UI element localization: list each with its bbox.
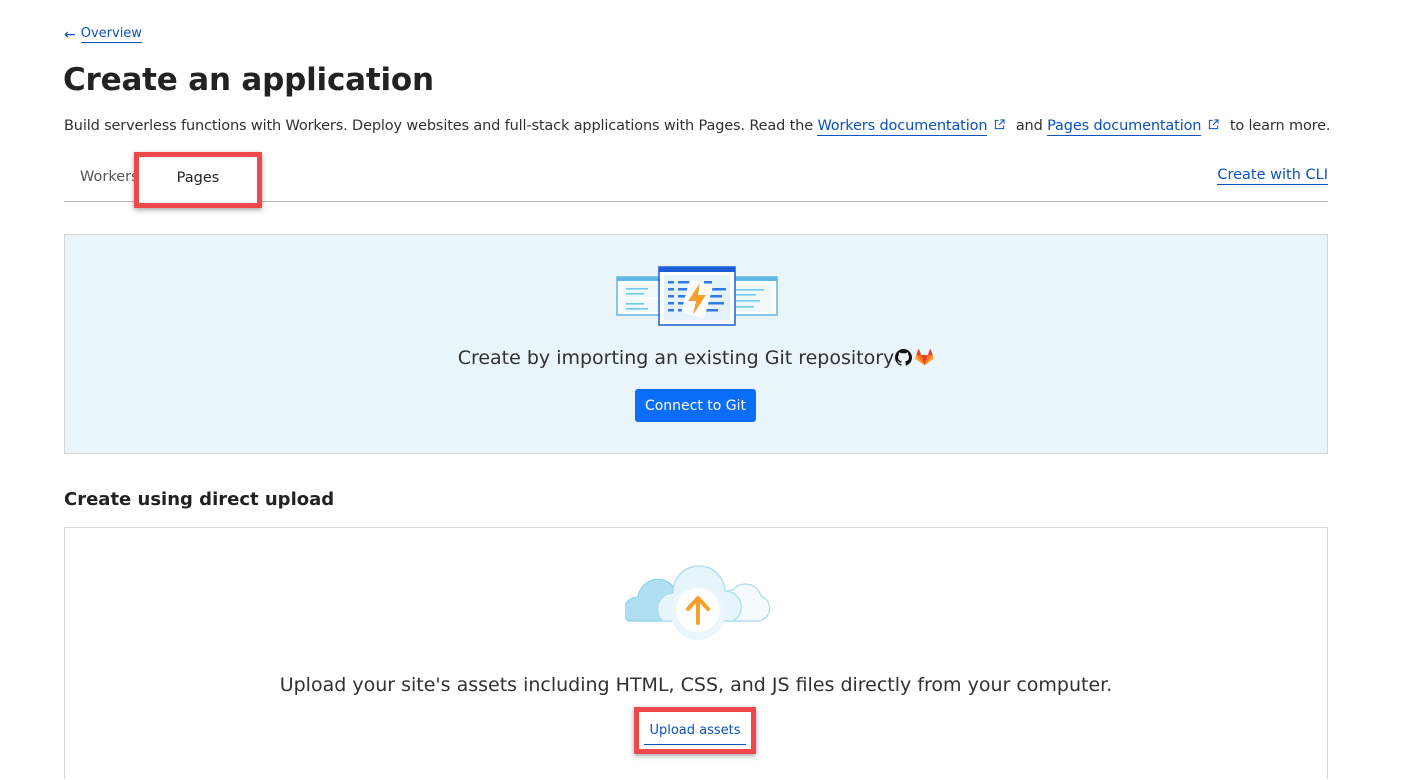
- github-icon: [895, 349, 913, 366]
- git-import-text: Create by importing an existing Git repo…: [65, 347, 1327, 369]
- external-link-icon: [1209, 119, 1219, 130]
- connect-to-git-button[interactable]: Connect to Git: [635, 389, 756, 422]
- git-import-panel: Create by importing an existing Git repo…: [64, 234, 1328, 454]
- description-suffix: to learn more.: [1225, 118, 1331, 134]
- description-prefix: Build serverless functions with Workers.…: [64, 118, 818, 134]
- tab-pages-highlight[interactable]: Pages: [134, 152, 262, 208]
- upload-assets-underline: [644, 744, 746, 745]
- arrow-left-icon: ←: [64, 26, 76, 43]
- git-import-label: Create by importing an existing Git repo…: [457, 347, 895, 369]
- page-title: Create an application: [63, 62, 434, 98]
- direct-upload-title: Create using direct upload: [64, 489, 335, 510]
- gitlab-icon: [915, 349, 935, 366]
- tab-pages-label: Pages: [176, 170, 220, 186]
- external-link-icon: [995, 119, 1005, 130]
- cloud-upload-icon: [625, 565, 771, 640]
- create-with-cli-link[interactable]: Create with CLI: [1217, 167, 1328, 185]
- upload-assets-button[interactable]: Upload assets: [634, 707, 756, 754]
- pages-illustration-icon: [616, 266, 778, 326]
- upload-assets-label: Upload assets: [649, 723, 741, 738]
- direct-upload-text: Upload your site's assets including HTML…: [279, 674, 1113, 696]
- tab-workers[interactable]: Workers: [80, 169, 139, 185]
- workers-documentation-link[interactable]: Workers documentation: [817, 118, 988, 136]
- pages-documentation-link[interactable]: Pages documentation: [1047, 118, 1202, 136]
- description-mid: and: [1011, 118, 1048, 134]
- back-to-overview-link[interactable]: ← Overview: [64, 26, 142, 43]
- page-description: Build serverless functions with Workers.…: [64, 118, 1331, 136]
- back-link-label: Overview: [80, 26, 142, 43]
